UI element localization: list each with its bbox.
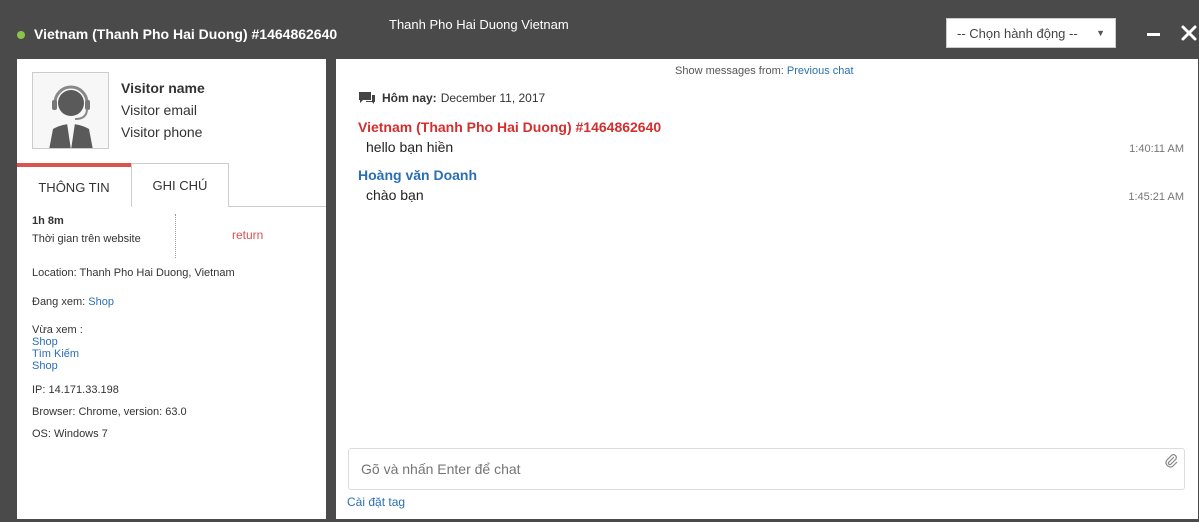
close-icon[interactable] (1180, 24, 1198, 42)
visitor-email: Visitor email (121, 102, 197, 118)
tab-info[interactable]: THÔNG TIN (17, 163, 131, 207)
chat-date: December 11, 2017 (440, 91, 546, 105)
message-time: 1:45:21 AM (1128, 191, 1184, 203)
recent-link[interactable]: Tìm Kiếm (32, 348, 79, 360)
message-time: 1:40:11 AM (1129, 143, 1184, 155)
minimize-icon[interactable] (1147, 33, 1160, 36)
visitor-details: Visitor name Visitor email Visitor phone (121, 77, 205, 143)
chat-message: Hoàng văn Doanh chào bạn 1:45:21 AM (358, 167, 1184, 203)
show-messages-row: Show messages from: Previous chat (675, 65, 854, 77)
avatar-icon (49, 85, 93, 148)
viewing-label: Đang xem: (32, 296, 86, 308)
show-messages-label: Show messages from: (675, 65, 784, 77)
visitor-name: Visitor name (121, 80, 205, 96)
message-text: chào bạn (366, 187, 424, 203)
online-status-dot (17, 31, 25, 39)
visitor-panel: Visitor name Visitor email Visitor phone… (17, 59, 326, 519)
viewing-row: Đang xem: Shop (32, 296, 322, 308)
visitor-phone: Visitor phone (121, 124, 203, 140)
time-on-site-value: 1h 8m (32, 215, 64, 227)
viewing-link[interactable]: Shop (88, 296, 114, 308)
recent-label: Vừa xem : (32, 324, 83, 336)
avatar (32, 72, 109, 149)
action-select[interactable]: -- Chọn hành động -- ▼ (946, 18, 1116, 48)
ip-text: IP: 14.171.33.198 (32, 384, 119, 396)
recent-link[interactable]: Shop (32, 360, 58, 372)
visitor-info-list: 1h 8m Thời gian trên website return Loca… (32, 207, 322, 440)
time-on-site-label: Thời gian trên website (32, 233, 141, 245)
today-label: Hôm nay: (382, 91, 437, 105)
chat-message: Vietnam (Thanh Pho Hai Duong) #146486264… (358, 119, 1184, 155)
chat-bubble-icon (359, 92, 375, 104)
time-on-site: 1h 8m Thời gian trên website return (32, 214, 322, 258)
paperclip-icon[interactable] (1164, 453, 1178, 469)
recent-link[interactable]: Shop (32, 336, 58, 348)
message-sender: Vietnam (Thanh Pho Hai Duong) #146486264… (358, 119, 662, 135)
tag-settings-link[interactable]: Cài đặt tag (347, 495, 405, 509)
chat-input[interactable] (348, 448, 1185, 490)
location-text: Location: Thanh Pho Hai Duong, Vietnam (32, 267, 235, 279)
chat-panel: Show messages from: Previous chat Hôm na… (336, 59, 1198, 519)
browser-text: Browser: Chrome, version: 63.0 (32, 406, 187, 418)
recent-pages: Vừa xem : Shop Tìm Kiếm Shop (32, 324, 322, 372)
tab-notes[interactable]: GHI CHÚ (131, 163, 229, 207)
chevron-down-icon: ▼ (1096, 28, 1105, 38)
return-status: return (232, 228, 264, 242)
visitor-location-title: Thanh Pho Hai Duong Vietnam (389, 17, 569, 32)
message-text: hello bạn hiền (366, 139, 454, 155)
visitor-tabs: THÔNG TIN GHI CHÚ (17, 163, 326, 207)
previous-chat-link[interactable]: Previous chat (787, 65, 854, 77)
window-title: Vietnam (Thanh Pho Hai Duong) #146486264… (34, 26, 338, 42)
message-sender: Hoàng văn Doanh (358, 167, 478, 183)
divider (175, 214, 176, 258)
os-text: OS: Windows 7 (32, 428, 108, 440)
day-header: Hôm nay: December 11, 2017 (358, 91, 545, 105)
window-header: Vietnam (Thanh Pho Hai Duong) #146486264… (0, 0, 1199, 58)
action-select-value: -- Chọn hành động -- (957, 25, 1078, 41)
